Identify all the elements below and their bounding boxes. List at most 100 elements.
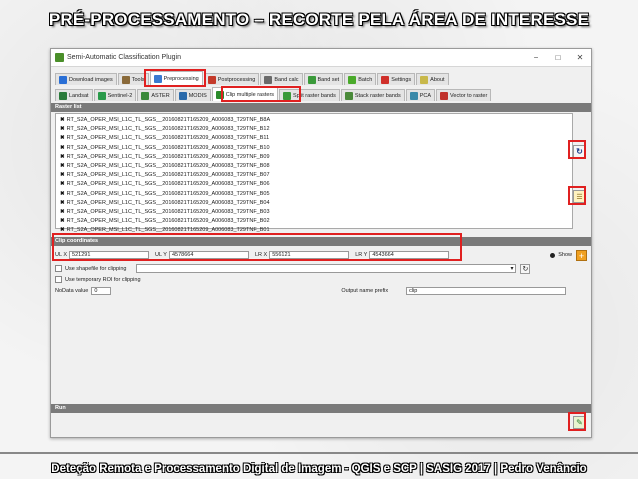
raster-name: RT_S2A_OPER_MSI_L1C_TL_SGS__20160821T165… [66,181,270,188]
tab-modis[interactable]: MODIS [174,89,211,101]
main-tab-bar: Download images Tools Preprocessing Post… [51,70,591,85]
checked-icon: ✖ [60,181,65,188]
use-shapefile-row: Use shapefile for clipping ▾ ↻ [51,263,591,274]
list-item[interactable]: ✖ RT_S2A_OPER_MSI_L1C_TL_SGS__20160821T16… [56,134,572,143]
tab-settings[interactable]: Settings [377,73,416,85]
tab-download-images[interactable]: Download images [55,73,117,85]
checked-icon: ✖ [60,135,65,142]
landsat-icon [59,91,67,100]
tab-aster[interactable]: ASTER [137,89,174,101]
list-item[interactable]: ✖ RT_S2A_OPER_MSI_L1C_TL_SGS__20160821T16… [56,217,572,226]
show-label: Show [558,252,572,258]
slide-title: PRÉ-PROCESSAMENTO – RECORTE PELA ÁREA DE… [48,10,590,29]
tab-postprocessing[interactable]: Postprocessing [203,73,260,85]
tab-batch[interactable]: Batch [344,73,377,85]
raster-name: RT_S2A_OPER_MSI_L1C_TL_SGS__20160821T165… [66,126,270,133]
tab-label: Stack raster bands [354,92,401,99]
chevron-down-icon: ▾ [510,266,514,272]
list-item[interactable]: ✖ RT_S2A_OPER_MSI_L1C_TL_SGS__20160821T16… [56,153,572,162]
list-item[interactable]: ✖ RT_S2A_OPER_MSI_L1C_TL_SGS__20160821T16… [56,171,572,180]
raster-name: RT_S2A_OPER_MSI_L1C_TL_SGS__20160821T165… [66,199,270,206]
tab-sentinel-2[interactable]: Sentinel-2 [93,89,137,101]
tab-landsat[interactable]: Landsat [55,89,93,101]
checked-icon: ✖ [60,218,65,225]
checked-icon: ✖ [60,117,65,123]
raster-name: RT_S2A_OPER_MSI_L1C_TL_SGS__20160821T165… [66,144,270,151]
tab-label: Download images [69,76,113,83]
show-radio[interactable] [550,252,556,258]
use-temp-roi-row: Use temporary ROI for clipping [51,274,591,285]
aster-icon [141,91,150,100]
pca-icon [409,91,418,100]
highlight-clip-tab [221,86,301,102]
nodata-label: NoData value [55,287,89,294]
tab-label: Sentinel-2 [107,92,133,99]
checked-icon: ✖ [60,153,65,160]
tab-pca[interactable]: PCA [405,89,436,101]
tab-stack-raster-bands[interactable]: Stack raster bands [340,89,405,101]
shapefile-select[interactable]: ▾ [136,264,517,273]
tab-label: Tools [131,76,145,83]
output-prefix-input[interactable]: clip [406,286,567,295]
vector-to-raster-icon [440,91,449,100]
modis-icon [178,91,187,100]
list-item[interactable]: ✖ RT_S2A_OPER_MSI_L1C_TL_SGS__20160821T16… [56,190,572,199]
tab-band-set[interactable]: Band set [303,73,344,85]
tab-band-calc[interactable]: Band calc [260,73,303,85]
maximize-button[interactable]: □ [547,53,569,62]
highlight-refresh-button [568,140,586,159]
raster-name: RT_S2A_OPER_MSI_L1C_TL_SGS__20160821T165… [66,172,270,179]
list-item[interactable]: ✖ RT_S2A_OPER_MSI_L1C_TL_SGS__20160821T16… [56,180,572,189]
tab-label: MODIS [188,92,207,99]
raster-list[interactable]: ✖ RT_S2A_OPER_MSI_L1C_TL_SGS__20160821T16… [55,113,573,233]
about-icon [420,75,429,84]
list-item[interactable]: ✖ RT_S2A_OPER_MSI_L1C_TL_SGS__20160821T16… [56,208,572,217]
tab-label: Band calc [274,76,299,83]
tab-label: About [430,76,445,83]
use-shapefile-checkbox[interactable] [55,265,62,272]
use-temp-roi-checkbox[interactable] [55,276,62,283]
checked-icon: ✖ [60,172,65,179]
tab-label: ASTER [151,92,170,99]
checked-icon: ✖ [60,144,65,151]
checked-icon: ✖ [60,162,65,169]
slide-footer: Deteção Remota e Processamento Digital d… [51,463,587,475]
list-item[interactable]: ✖ RT_S2A_OPER_MSI_L1C_TL_SGS__20160821T16… [56,162,572,171]
list-item[interactable]: ✖ RT_S2A_OPER_MSI_L1C_TL_SGS__20160821T16… [56,199,572,208]
checked-icon: ✖ [60,126,65,133]
stack-icon [344,91,353,100]
band-calc-icon [264,75,273,84]
highlight-clip-coordinates [52,233,462,261]
tab-label: PCA [419,92,432,99]
raster-name: RT_S2A_OPER_MSI_L1C_TL_SGS__20160821T165… [66,190,270,197]
tab-label: Vector to raster [450,92,488,99]
batch-icon [348,75,357,84]
nodata-spinbox[interactable]: 0 [91,286,112,295]
highlight-run-button [568,412,586,431]
list-item[interactable]: ✖ RT_S2A_OPER_MSI_L1C_TL_SGS__20160821T16… [56,125,572,134]
window-titlebar: Semi-Automatic Classification Plugin − □… [51,49,591,67]
list-item[interactable]: ✖ RT_S2A_OPER_MSI_L1C_TL_SGS__20160821T16… [56,144,572,153]
scp-app-icon [55,53,64,62]
tab-vector-to-raster[interactable]: Vector to raster [436,89,492,101]
sentinel-icon [97,91,106,100]
window-title: Semi-Automatic Classification Plugin [67,54,181,61]
raster-list-header: Raster list [51,103,591,112]
tab-about[interactable]: About [416,73,449,85]
minimize-button[interactable]: − [525,53,547,62]
tab-label: Postprocessing [217,76,256,83]
tab-label: Landsat [69,92,89,99]
tab-label: Batch [358,76,373,83]
close-button[interactable]: ✕ [569,53,591,62]
add-roi-button[interactable]: + [576,249,587,261]
raster-name: RT_S2A_OPER_MSI_L1C_TL_SGS__20160821T165… [66,208,270,215]
use-shapefile-label: Use shapefile for clipping [65,265,127,272]
refresh-shapefile-button[interactable]: ↻ [520,263,531,274]
checked-icon: ✖ [60,208,65,215]
raster-name: RT_S2A_OPER_MSI_L1C_TL_SGS__20160821T165… [66,135,270,142]
list-item[interactable]: ✖ RT_S2A_OPER_MSI_L1C_TL_SGS__20160821T16… [56,116,572,125]
raster-name: RT_S2A_OPER_MSI_L1C_TL_SGS__20160821T165… [66,162,270,169]
output-prefix-label: Output name prefix [341,287,389,294]
highlight-preprocessing-tab [144,69,206,87]
use-temp-roi-label: Use temporary ROI for clipping [65,276,141,283]
